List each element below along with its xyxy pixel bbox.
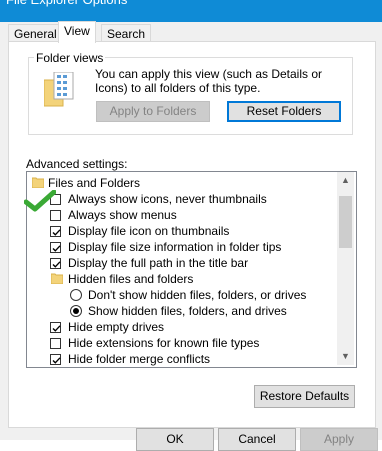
tree-item-label: Files and Folders: [48, 176, 141, 190]
tree-item-label: Show hidden files, folders, and drives: [88, 304, 287, 318]
radio-button[interactable]: [70, 289, 82, 301]
tab-view[interactable]: View: [58, 21, 96, 43]
tree-item-label: Display file size information in folder …: [68, 240, 282, 254]
tree-item-label: Don't show hidden files, folders, or dri…: [88, 288, 307, 302]
tree-item-label: Display the full path in the title bar: [68, 256, 249, 270]
folder-views-legend: Folder views: [34, 51, 106, 65]
tree-item-label: Hidden files and folders: [68, 272, 194, 286]
tree-item-label: Always show icons, never thumbnails: [68, 192, 267, 206]
scroll-down-icon[interactable]: ▼: [337, 348, 354, 365]
tree-item-label: Display file icon on thumbnails: [68, 224, 230, 238]
folder-views-icon: [44, 72, 74, 107]
radio-button[interactable]: [70, 305, 82, 317]
reset-folders-button[interactable]: Reset Folders: [227, 101, 341, 122]
checkbox[interactable]: [50, 242, 61, 253]
checkbox[interactable]: [50, 338, 61, 349]
restore-defaults-button[interactable]: Restore Defaults: [254, 385, 355, 408]
checkbox[interactable]: [50, 226, 61, 237]
folder-views-description: You can apply this view (such as Details…: [95, 67, 323, 95]
tab-general-label: General: [14, 27, 57, 41]
scroll-up-icon[interactable]: ▲: [337, 172, 354, 189]
folder-icon: [51, 273, 63, 284]
advanced-settings-tree[interactable]: Files and Folders Always show icons, nev…: [26, 171, 357, 368]
apply-to-folders-button[interactable]: Apply to Folders: [96, 101, 210, 122]
window-title: File Explorer Options: [6, 0, 127, 8]
folder-icon: [32, 177, 44, 188]
scroll-thumb[interactable]: [339, 196, 352, 248]
checkbox[interactable]: [50, 354, 61, 365]
tab-view-label: View: [64, 24, 90, 38]
tab-search-label: Search: [107, 27, 146, 41]
tree-item-label: Hide empty drives: [68, 320, 165, 334]
title-bar: File Explorer Options: [0, 0, 382, 22]
green-checkmark-icon: [24, 190, 56, 212]
checkbox[interactable]: [50, 322, 61, 333]
checkbox[interactable]: [50, 258, 61, 269]
advanced-settings-label: Advanced settings:: [26, 157, 128, 171]
tree-item-label: Hide extensions for known file types: [68, 336, 260, 350]
tree-scrollbar[interactable]: ▲ ▼: [337, 172, 354, 365]
tree-item-label: Always show menus: [68, 208, 177, 222]
tree-item-label: Hide folder merge conflicts: [68, 352, 211, 366]
